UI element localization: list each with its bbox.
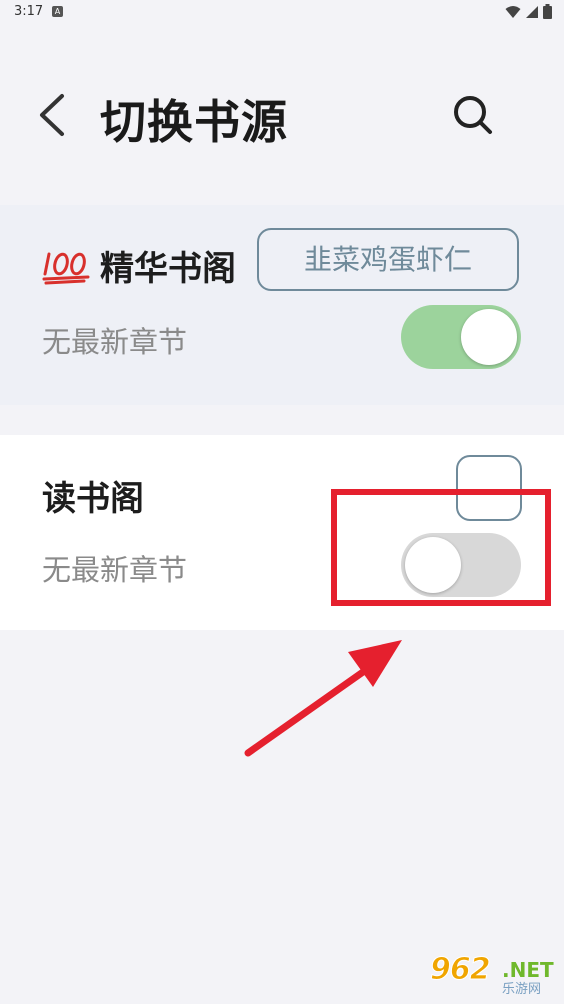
watermark-logo: 962 .NET 乐游网	[426, 952, 558, 998]
status-time: 3:17	[14, 4, 44, 19]
header: 切换书源	[0, 60, 564, 170]
notification-a-icon: A	[52, 6, 63, 17]
annotation-highlight-box	[331, 489, 551, 606]
source-name: 读书阁	[42, 479, 144, 519]
back-button[interactable]	[30, 90, 74, 140]
annotation-arrow-icon	[244, 640, 402, 757]
chevron-left-icon	[40, 94, 64, 136]
search-icon	[454, 96, 492, 134]
source-card-jinghua[interactable]: 精华书阁 韭菜鸡蛋虾仁 无最新章节	[0, 205, 564, 405]
page-title: 切换书源	[100, 95, 288, 149]
source-title: 精华书阁	[42, 241, 236, 290]
status-icons	[505, 4, 552, 19]
toggle-knob	[461, 309, 517, 365]
source-toggle-on[interactable]	[401, 305, 521, 369]
signal-icon	[526, 5, 538, 18]
latest-chapter-label: 无最新章节	[42, 553, 188, 587]
watermark-site: 乐游网	[502, 982, 542, 997]
hundred-points-icon	[42, 246, 92, 286]
status-bar: 3:17 A	[0, 0, 564, 26]
book-name-button[interactable]: 韭菜鸡蛋虾仁	[257, 228, 519, 291]
source-name: 精华书阁	[100, 249, 236, 289]
search-button[interactable]	[448, 90, 498, 140]
wifi-icon	[505, 5, 521, 18]
watermark-number: 962	[430, 952, 492, 988]
latest-chapter-label: 无最新章节	[42, 325, 188, 359]
battery-icon	[543, 4, 552, 19]
